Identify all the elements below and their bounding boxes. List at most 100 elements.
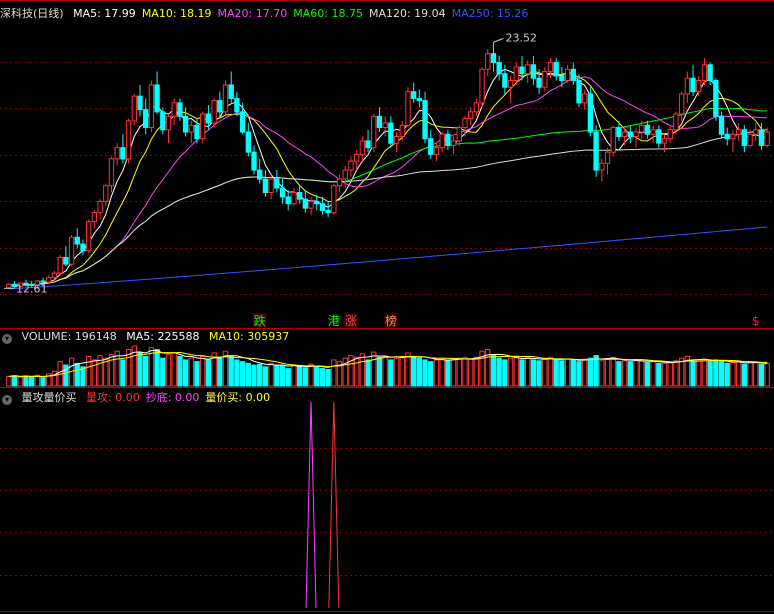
volume-bar [439, 357, 445, 387]
candle [439, 132, 445, 153]
volume-bar [730, 362, 736, 387]
volume-bar [262, 366, 269, 387]
stock-chart[interactable]: 23.52 12.61 跌 港涨 榜 $ [0, 0, 774, 614]
candle [553, 58, 559, 81]
volume-bar [137, 352, 143, 387]
candle [582, 89, 588, 110]
volume-bar [616, 361, 622, 387]
candle [479, 67, 485, 108]
volume-bar [331, 359, 337, 387]
volume-bar [86, 355, 92, 387]
volume-bar [462, 356, 468, 387]
candle [633, 127, 639, 148]
candle [735, 123, 742, 141]
volume-bar [644, 362, 651, 387]
indicator-spike-1 [328, 401, 340, 609]
volume-bar [120, 359, 126, 387]
candle [279, 179, 286, 204]
candle [485, 49, 491, 76]
volume-bar [428, 361, 434, 387]
candle [593, 125, 599, 177]
volume-bar [194, 361, 200, 387]
volume-bar [633, 360, 639, 387]
candle [730, 129, 736, 153]
candle [268, 174, 274, 200]
candle [188, 120, 194, 144]
volume-bar [17, 376, 23, 387]
volume-bar [165, 354, 172, 387]
volume-bar [353, 356, 360, 387]
candle [405, 87, 411, 128]
candle [764, 127, 770, 148]
volume-bar [627, 361, 633, 387]
volume-bar [490, 355, 497, 387]
volume-bar [422, 359, 428, 387]
candle [325, 201, 331, 218]
candle [359, 136, 366, 162]
high-pointer [493, 37, 504, 43]
volume-bar [245, 362, 251, 387]
candle [530, 55, 537, 85]
candle [410, 82, 417, 103]
volume-bar [171, 352, 177, 387]
candle [462, 116, 468, 137]
candle [661, 134, 668, 153]
candle [137, 84, 143, 117]
candle [91, 210, 98, 229]
volume-bar [74, 362, 80, 387]
volume-bar [376, 356, 383, 387]
volume-bar [302, 367, 308, 387]
candle [342, 165, 348, 188]
volume-bar [678, 357, 685, 387]
volume-bar [239, 361, 246, 387]
volume-bar [28, 376, 35, 387]
candle [154, 71, 160, 115]
volume-bar [701, 358, 708, 387]
volume-bar [513, 355, 519, 387]
candle [547, 58, 554, 79]
volume-bar [753, 362, 759, 387]
volume-bar [291, 364, 297, 387]
candle [525, 60, 531, 83]
volume-bar [519, 359, 525, 387]
candle [507, 76, 514, 103]
volume-bar [713, 359, 719, 387]
candle [348, 156, 354, 177]
candle [724, 127, 730, 146]
candle [182, 107, 189, 137]
candle [445, 129, 451, 150]
volume-bar [205, 359, 212, 387]
candle [456, 125, 462, 146]
volume-bar [656, 362, 662, 387]
volume-bar [23, 375, 29, 387]
volume-bar [621, 360, 628, 387]
volume-bar [177, 355, 183, 387]
candle [160, 107, 166, 135]
volume-bar [582, 358, 588, 387]
candle [211, 98, 217, 128]
volume-bar [639, 359, 645, 387]
volume-bar [160, 357, 166, 387]
volume-bar [433, 359, 440, 387]
volume-bar [724, 362, 730, 387]
candle [143, 98, 149, 135]
candle [576, 73, 582, 108]
candle [80, 239, 86, 256]
volume-bar [496, 357, 502, 387]
volume-bar [91, 359, 98, 387]
ma250-line [8, 226, 768, 290]
volume-bar [154, 348, 160, 387]
volume-bar [388, 359, 394, 387]
candle [718, 111, 725, 139]
volume-bar [593, 355, 599, 387]
candle [365, 129, 371, 153]
candle [262, 170, 269, 197]
candle [490, 42, 497, 72]
volume-bar [228, 355, 234, 387]
volume-bar [143, 355, 149, 387]
candle [63, 246, 69, 267]
candle [690, 64, 696, 97]
candle [74, 228, 80, 249]
candle [570, 62, 576, 85]
candle [473, 98, 480, 117]
